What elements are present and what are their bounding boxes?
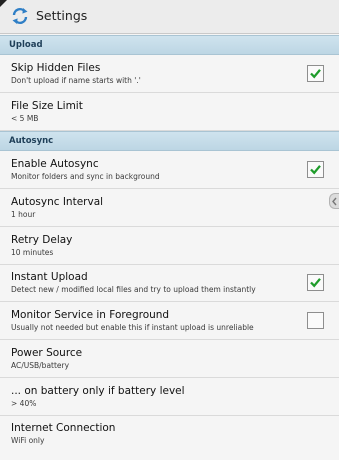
page-title: Settings (36, 8, 88, 23)
sync-arrows-icon[interactable] (11, 7, 29, 25)
instant-upload-checkbox[interactable] (307, 274, 324, 291)
pref-title: Monitor Service in Foreground (11, 309, 170, 321)
chevron-left-icon (332, 197, 337, 206)
section-header-autosync: Autosync (0, 131, 339, 151)
pref-summary: AC/USB/battery (11, 361, 70, 370)
pref-enable-autosync[interactable]: Enable Autosync Monitor folders and sync… (0, 151, 339, 189)
pref-summary: Usually not needed but enable this if in… (11, 323, 254, 332)
corner-indicator (0, 0, 7, 7)
pref-battery-level[interactable]: ... on battery only if battery level > 4… (0, 378, 339, 416)
pref-title: Internet Connection (11, 422, 116, 434)
pref-power-source[interactable]: Power Source AC/USB/battery (0, 340, 339, 378)
pref-summary: Detect new / modified local files and tr… (11, 285, 256, 294)
pref-title: Instant Upload (11, 271, 88, 283)
section-title-autosync: Autosync (9, 136, 54, 146)
pref-title: Retry Delay (11, 234, 73, 246)
check-icon (310, 278, 321, 288)
pref-summary: Don't upload if name starts with '.' (11, 76, 141, 85)
pref-summary: 1 hour (11, 210, 36, 219)
pref-instant-upload[interactable]: Instant Upload Detect new / modified loc… (0, 265, 339, 302)
check-icon (310, 165, 321, 175)
pref-monitor-service-foreground[interactable]: Monitor Service in Foreground Usually no… (0, 302, 339, 340)
pref-summary: WiFi only (11, 436, 45, 445)
pref-title: Enable Autosync (11, 158, 99, 170)
section-title-upload: Upload (9, 40, 43, 50)
pref-file-size-limit[interactable]: File Size Limit < 5 MB (0, 93, 339, 131)
pref-title: Power Source (11, 347, 83, 359)
skip-hidden-files-checkbox[interactable] (307, 65, 324, 82)
section-header-upload: Upload (0, 35, 339, 55)
pref-title: ... on battery only if battery level (11, 385, 185, 397)
pref-summary: 10 minutes (11, 248, 54, 257)
pref-summary: < 5 MB (11, 114, 39, 123)
pref-summary: Monitor folders and sync in background (11, 172, 160, 181)
pref-internet-connection[interactable]: Internet Connection WiFi only (0, 416, 339, 460)
monitor-service-checkbox[interactable] (307, 312, 324, 329)
pref-autosync-interval[interactable]: Autosync Interval 1 hour (0, 189, 339, 227)
pref-title: Autosync Interval (11, 196, 104, 208)
pref-title: File Size Limit (11, 100, 83, 112)
pref-summary: > 40% (11, 399, 37, 408)
pref-title: Skip Hidden Files (11, 62, 101, 74)
pref-retry-delay[interactable]: Retry Delay 10 minutes (0, 227, 339, 265)
drawer-handle[interactable] (329, 193, 339, 209)
enable-autosync-checkbox[interactable] (307, 161, 324, 178)
pref-skip-hidden-files[interactable]: Skip Hidden Files Don't upload if name s… (0, 55, 339, 93)
action-bar: Settings (0, 0, 339, 34)
check-icon (310, 69, 321, 79)
